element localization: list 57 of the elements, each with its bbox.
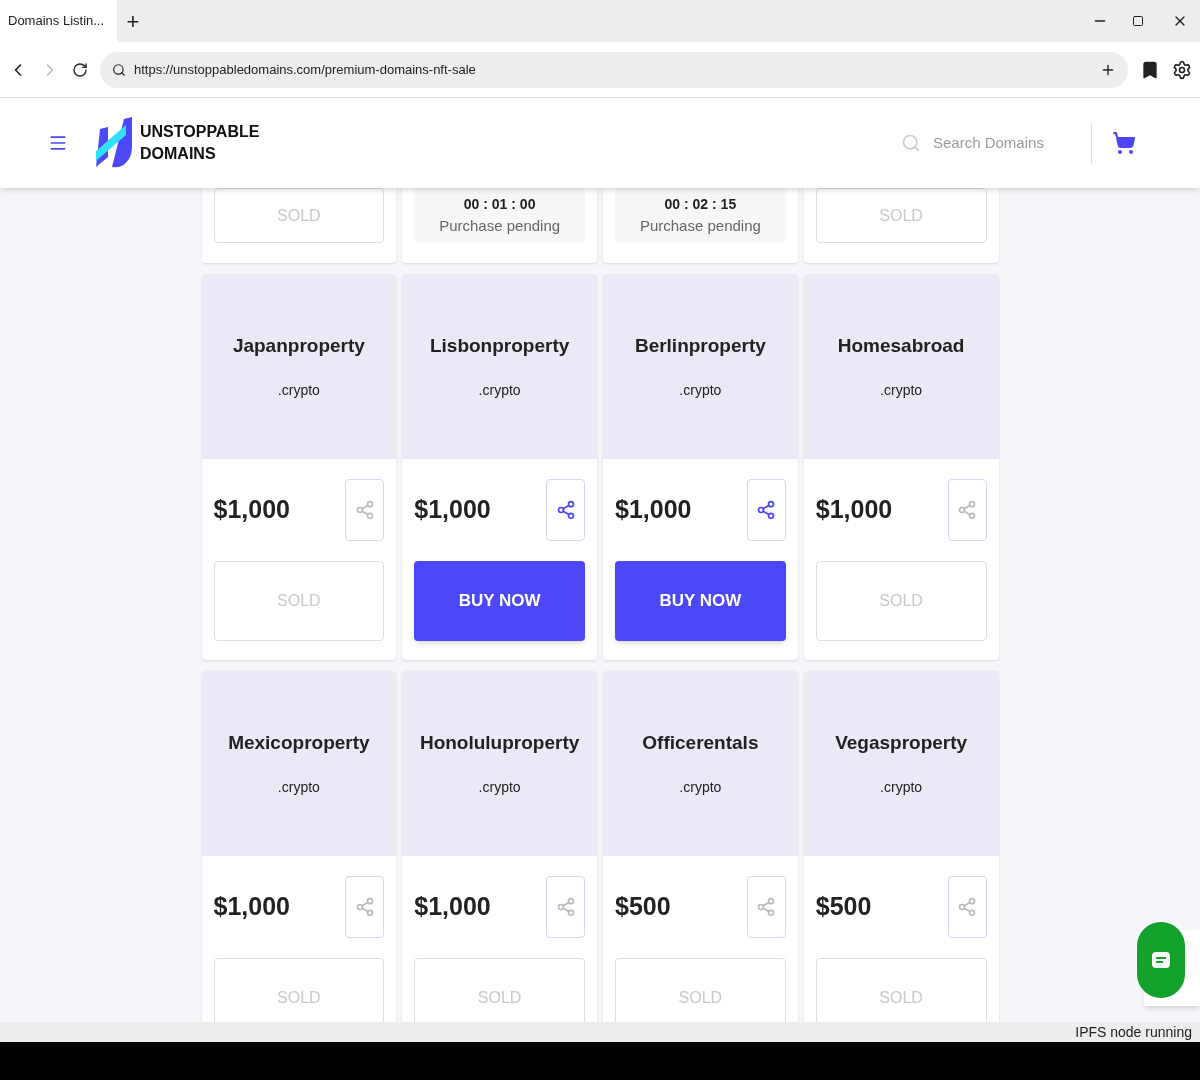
domain-name: Honoluluproperty xyxy=(419,730,580,755)
domain-name: Mexicoproperty xyxy=(228,730,370,755)
search-icon xyxy=(901,133,921,153)
domain-name: Japanproperty xyxy=(232,333,365,358)
status-text: IPFS node running xyxy=(1075,1022,1192,1042)
domain-extension: .crypto xyxy=(679,381,722,401)
cart-icon[interactable] xyxy=(1112,131,1136,155)
share-button[interactable] xyxy=(746,479,786,541)
share-icon xyxy=(957,897,977,917)
price: $500 xyxy=(815,891,872,923)
domain-name: Berlinproperty xyxy=(634,333,766,358)
domain-extension: .crypto xyxy=(880,778,923,798)
menu-icon[interactable] xyxy=(48,133,68,153)
domain-extension: .crypto xyxy=(478,778,521,798)
browser-tab[interactable]: Domains Listin... xyxy=(0,0,117,42)
search-icon xyxy=(112,62,126,77)
maximize-icon[interactable] xyxy=(1132,15,1144,27)
domain-extension: .crypto xyxy=(679,778,722,798)
address-bar[interactable]: https://unstoppabledomains.com/premium-domains-nft-sale xyxy=(100,51,1128,88)
price: $1,000 xyxy=(815,494,893,526)
buy-now-button[interactable]: BUY NOW xyxy=(615,561,786,641)
share-icon xyxy=(957,500,977,520)
domain-name: Vegasproperty xyxy=(835,730,968,755)
logo-text: UNSTOPPABLE DOMAINS xyxy=(140,122,260,164)
bookmark-icon[interactable] xyxy=(1140,59,1160,80)
domain-extension: .crypto xyxy=(478,381,521,401)
price: $1,000 xyxy=(414,891,491,923)
domain-extension: .crypto xyxy=(277,778,320,798)
domain-name: Homesabroad xyxy=(837,333,965,358)
share-icon xyxy=(354,500,375,520)
new-tab-button[interactable]: + xyxy=(117,0,149,42)
price: $1,000 xyxy=(414,494,491,526)
domain-extension: .crypto xyxy=(277,381,320,401)
price: $1,000 xyxy=(615,494,692,526)
chat-icon xyxy=(1151,951,1171,969)
countdown-timer: 00 : 02 : 15 xyxy=(664,194,737,214)
search-field[interactable]: Search Domains xyxy=(933,131,1071,155)
domain-name: Officerentals xyxy=(642,730,759,755)
settings-icon[interactable] xyxy=(1172,59,1192,80)
share-icon xyxy=(555,500,576,520)
buy-now-button[interactable]: BUY NOW xyxy=(414,561,585,641)
countdown-timer: 00 : 01 : 00 xyxy=(463,194,536,214)
pending-label: Purchase pending xyxy=(439,215,561,236)
domain-extension: .crypto xyxy=(880,381,923,401)
price: $1,000 xyxy=(213,494,290,526)
pending-label: Purchase pending xyxy=(639,215,761,236)
share-icon xyxy=(354,897,375,917)
reload-icon[interactable] xyxy=(72,61,88,78)
domain-name: Lisbonproperty xyxy=(429,333,570,358)
share-icon xyxy=(756,897,777,917)
chat-button[interactable] xyxy=(1137,922,1185,998)
price: $500 xyxy=(615,891,671,923)
share-icon xyxy=(555,897,576,917)
share-button[interactable] xyxy=(546,479,585,541)
price: $1,000 xyxy=(213,891,290,923)
share-icon xyxy=(756,500,777,520)
logo[interactable]: UNSTOPPABLE DOMAINS xyxy=(96,117,260,169)
